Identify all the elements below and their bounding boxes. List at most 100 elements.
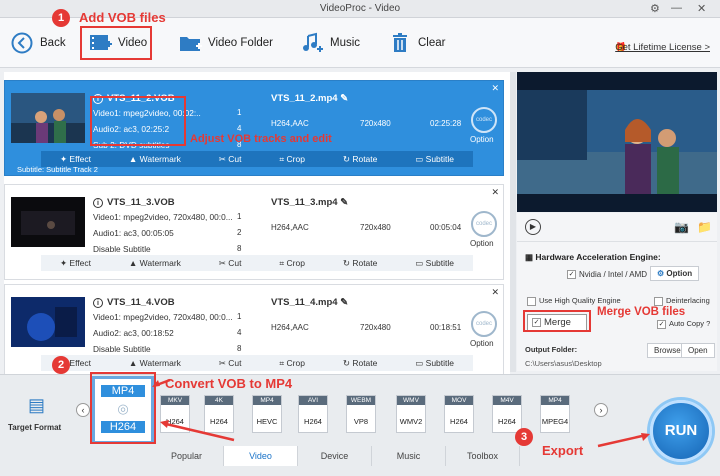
folder-icon[interactable]: 📁 (697, 220, 712, 234)
auto-copy-checkbox[interactable]: ✓ Auto Copy ? (657, 319, 710, 329)
subtitle-track[interactable]: Disable Subtitle (93, 244, 151, 254)
resolution-info: 720x480 (360, 223, 391, 232)
audio-track[interactable]: Audio1: ac3, 00:05:05 (93, 228, 174, 238)
subtitle-button[interactable]: ▭ Subtitle (415, 258, 454, 269)
tab-toolbox[interactable]: Toolbox (446, 446, 520, 466)
deinterlacing-label: Deinterlacing (666, 296, 710, 305)
settings-icon[interactable]: ⚙ (650, 2, 660, 15)
rotate-button[interactable]: ↻ Rotate (343, 154, 378, 165)
format-tile[interactable]: MOV (444, 395, 474, 433)
stamp-icon: ▲ (128, 154, 140, 164)
file-card[interactable]: i VTS_11_2.VOB Video1: mpeg2video, 00:02:… (4, 80, 504, 176)
camera-icon[interactable]: 📷 (674, 220, 689, 234)
target-format-label: Target Format (8, 423, 62, 432)
nvidia-checkbox[interactable]: ✓ Nvidia / Intel / AMD (567, 270, 647, 280)
scroll-left-icon[interactable]: ‹ (76, 403, 90, 417)
edit-pencil-icon[interactable]: ✎ (340, 297, 348, 308)
watermark-label: Watermark (139, 258, 181, 268)
video-track[interactable]: Video1: mpeg2video, 720x480, 00:0... (93, 312, 233, 322)
edit-pencil-icon[interactable]: ✎ (340, 93, 348, 104)
output-file-name: VTS_11_4.mp4 ✎ (271, 297, 348, 308)
info-icon[interactable]: i (93, 198, 103, 208)
tab-device[interactable]: Device (298, 446, 372, 466)
format-top: M4V (493, 396, 521, 405)
rotate-button[interactable]: ↻ Rotate (343, 258, 378, 269)
subtitle-button[interactable]: ▭ Subtitle (415, 154, 454, 165)
cut-button[interactable]: ✂ Cut (219, 154, 242, 165)
minimize-icon[interactable]: — (671, 2, 682, 14)
play-icon[interactable]: ▶ (525, 219, 541, 235)
format-tile[interactable]: M4V (492, 395, 522, 433)
annotation-merge: Merge VOB files (597, 306, 686, 318)
stamp-icon: ▲ (128, 358, 140, 368)
tab-popular[interactable]: Popular (150, 446, 224, 466)
remove-file-icon[interactable]: ✕ (491, 187, 499, 198)
format-tile[interactable]: WEBM (346, 395, 376, 433)
subtitle-button[interactable]: ▭ Subtitle (415, 358, 454, 369)
cut-button[interactable]: ✂ Cut (219, 258, 242, 269)
rotate-button[interactable]: ↻ Rotate (343, 358, 378, 369)
option-label[interactable]: Option (470, 339, 494, 348)
subtitle-track[interactable]: Disable Subtitle (93, 344, 151, 354)
cut-button[interactable]: ✂ Cut (219, 358, 242, 369)
watermark-button[interactable]: ▲ Watermark (129, 358, 181, 368)
tab-video[interactable]: Video (224, 446, 298, 466)
scroll-right-icon[interactable]: › (594, 403, 608, 417)
add-video-folder-button[interactable]: Video Folder (178, 28, 273, 58)
codec-option-icon[interactable]: codec (471, 211, 497, 237)
output-file-name: VTS_11_2.mp4 ✎ (271, 93, 348, 104)
info-icon[interactable]: i (93, 298, 103, 308)
hq-engine-checkbox[interactable]: Use High Quality Engine (527, 296, 621, 306)
format-tile[interactable]: WMV (396, 395, 426, 433)
open-button[interactable]: Open (681, 343, 715, 358)
lifetime-license-link[interactable]: Get Lifetime License > (615, 42, 710, 53)
option-label[interactable]: Option (470, 239, 494, 248)
codec-option-icon[interactable]: codec (471, 311, 497, 337)
close-window-icon[interactable]: ✕ (697, 2, 706, 15)
remove-file-icon[interactable]: ✕ (491, 287, 499, 298)
crop-button[interactable]: ⌗ Crop (279, 358, 305, 369)
format-tile[interactable]: MP4 (252, 395, 282, 433)
audio-track-count: 4 (237, 328, 242, 337)
edit-pencil-icon[interactable]: ✎ (340, 197, 348, 208)
crop-button[interactable]: ⌗ Crop (279, 154, 305, 165)
subtitle-icon: ▭ (415, 357, 426, 368)
hw-option-button[interactable]: ⚙ Option (650, 266, 700, 281)
file-card[interactable]: i VTS_11_3.VOB Video1: mpeg2video, 720x48… (4, 184, 504, 280)
annotation-badge-3: 3 (515, 428, 533, 446)
format-tile[interactable]: AVI (298, 395, 328, 433)
source-name-text: VTS_11_4.VOB (107, 297, 175, 308)
effect-label: Effect (69, 153, 91, 164)
annotation-box-merge (523, 310, 591, 332)
watermark-button[interactable]: ▲ Watermark (129, 258, 181, 268)
option-label[interactable]: Option (470, 135, 494, 144)
clear-button[interactable]: Clear (388, 28, 445, 58)
format-codec: MPEG4 (541, 417, 569, 426)
video-thumbnail (11, 197, 85, 247)
effect-button[interactable]: ✦ Effect (60, 258, 91, 269)
cut-label: Cut (228, 153, 242, 164)
video-track[interactable]: Video1: mpeg2video, 720x480, 00:0... (93, 212, 233, 222)
list-scrollbar[interactable] (510, 72, 516, 372)
watermark-button[interactable]: ▲ Watermark (129, 154, 181, 164)
edit-toolbar: ✦ Effect ▲ Watermark ✂ Cut ⌗ Crop ↻ Rota… (41, 355, 473, 371)
run-button[interactable]: RUN (650, 400, 712, 462)
audio-track[interactable]: Audio2: ac3, 00:18:52 (93, 328, 174, 338)
deinterlacing-checkbox[interactable]: Deinterlacing (654, 296, 710, 306)
output-name-text: VTS_11_3.mp4 (271, 197, 338, 208)
tab-music[interactable]: Music (372, 446, 446, 466)
format-tile[interactable]: MP4 (540, 395, 570, 433)
back-button[interactable]: Back (10, 28, 66, 58)
annotation-box-tracks (90, 96, 186, 146)
file-card[interactable]: i VTS_11_4.VOB Video1: mpeg2video, 720x48… (4, 284, 504, 376)
help-icon[interactable]: ? (706, 319, 710, 328)
add-music-button[interactable]: Music (300, 28, 360, 58)
effect-button[interactable]: ✦ Effect (60, 154, 91, 165)
crop-button[interactable]: ⌗ Crop (279, 258, 305, 269)
codec-option-icon[interactable]: codec (471, 107, 497, 133)
video-thumbnail (11, 93, 85, 143)
folder-video-icon (178, 32, 202, 54)
rotate-icon: ↻ (342, 357, 353, 368)
checked-icon: ✓ (657, 319, 666, 329)
remove-file-icon[interactable]: ✕ (491, 83, 499, 94)
